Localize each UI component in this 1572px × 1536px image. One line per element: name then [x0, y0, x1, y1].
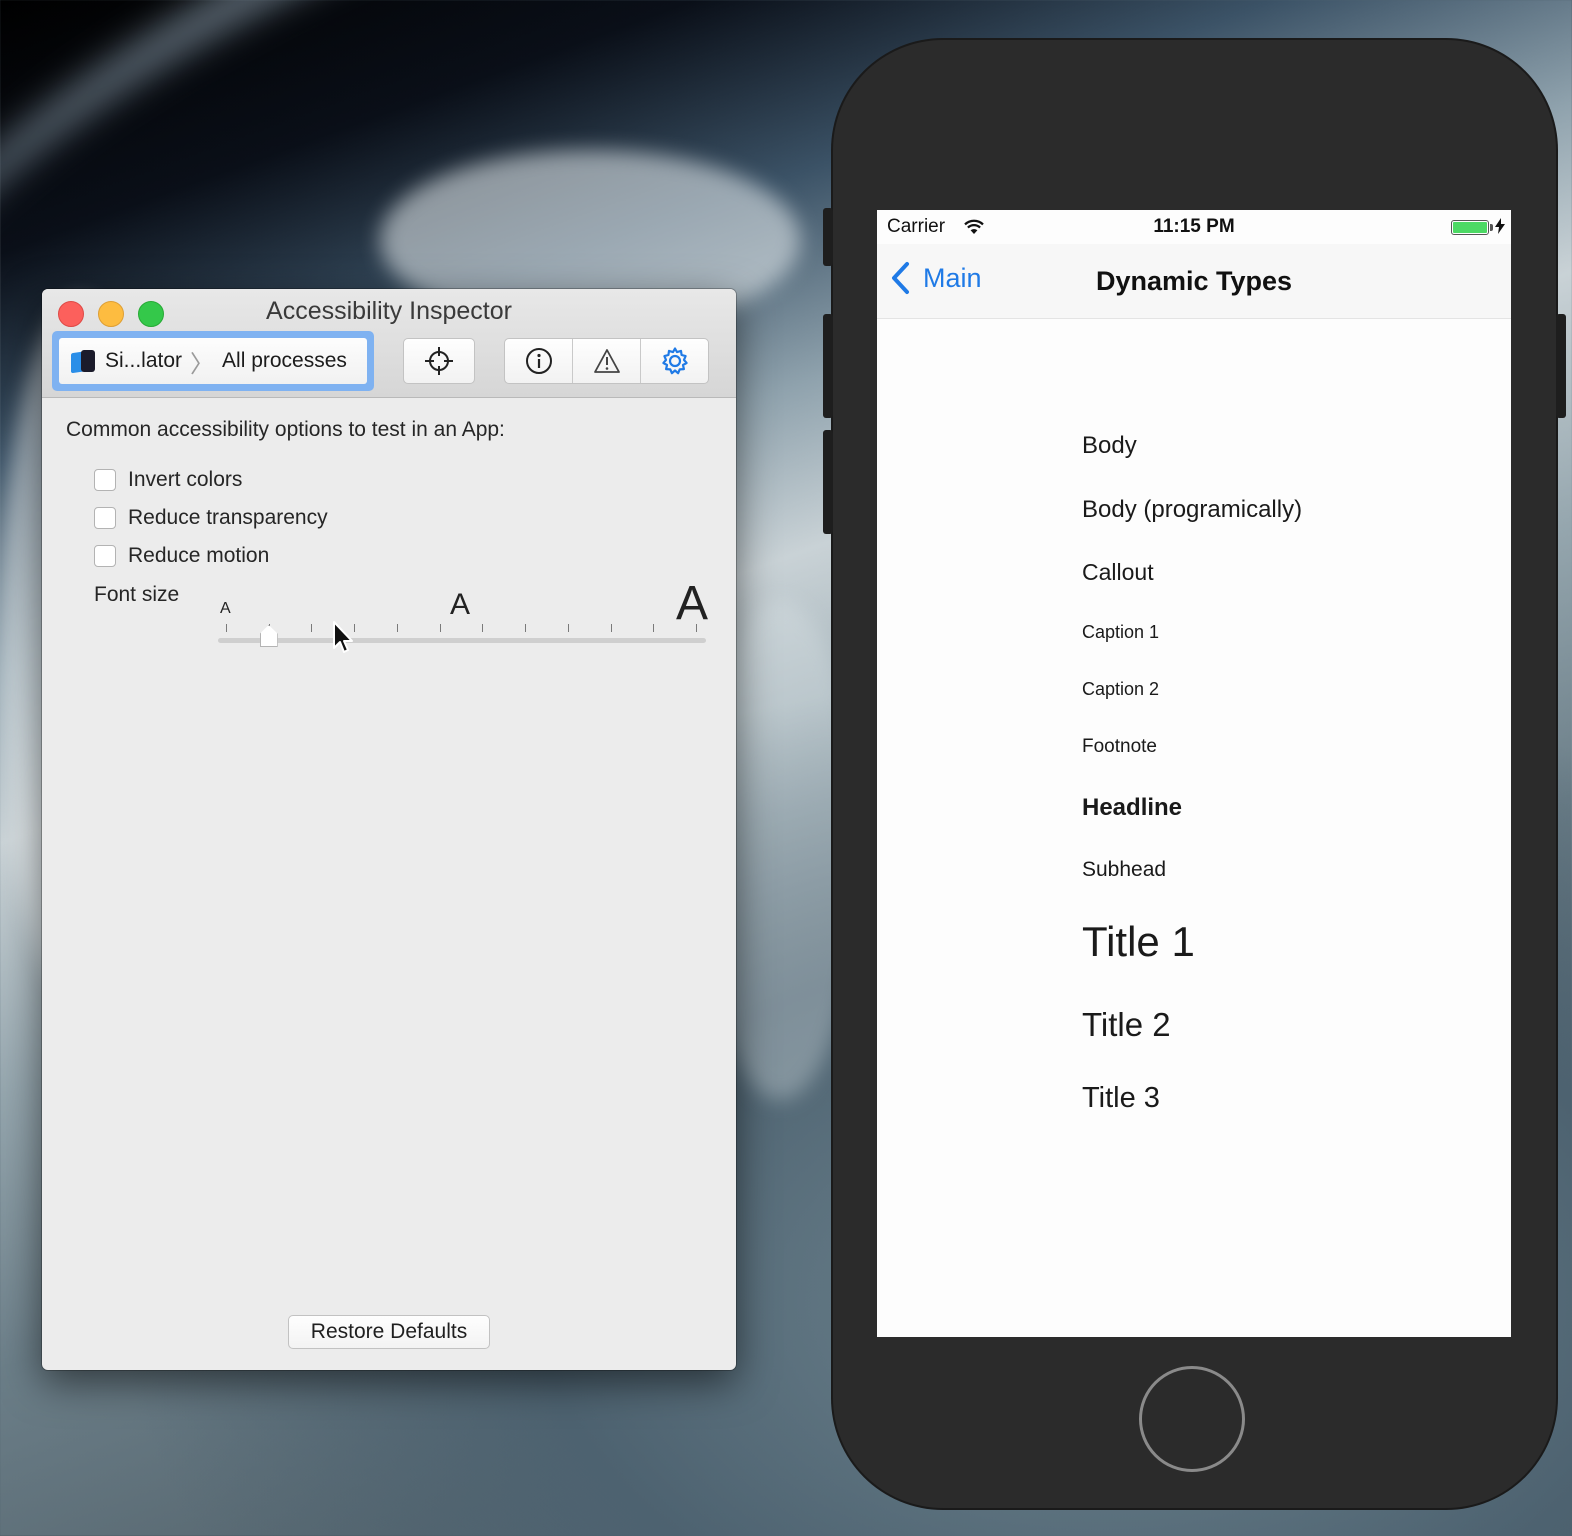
- list-item: Caption 1: [1082, 622, 1160, 642]
- list-item: Body (programically): [1082, 496, 1303, 523]
- navigation-bar: Main Dynamic Types: [877, 244, 1511, 319]
- medium-font-glyph: A: [450, 588, 471, 621]
- reduce-transparency-checkbox[interactable]: [94, 507, 116, 529]
- large-font-glyph: A: [676, 577, 709, 630]
- slider-tick: [482, 624, 484, 632]
- list-item: Callout: [1082, 559, 1154, 585]
- breadcrumb-separator: 〉: [190, 350, 215, 378]
- slider-tick: [610, 624, 612, 632]
- target-selector[interactable]: Si...lator 〉 All processes: [52, 331, 374, 391]
- slider-tick: [226, 624, 227, 632]
- simulator-icon: [71, 348, 97, 374]
- home-button[interactable]: [1139, 1366, 1245, 1472]
- target-app-label: Si...lator: [105, 349, 183, 372]
- settings-panel: Common accessibility options to test in …: [42, 398, 736, 1370]
- list-item: Caption 2: [1082, 679, 1160, 699]
- list-item: Headline: [1082, 794, 1183, 821]
- settings-tab[interactable]: [641, 339, 708, 383]
- list-item: Subhead: [1082, 858, 1167, 881]
- charging-bolt-icon: [1495, 218, 1505, 234]
- mouse-pointer-icon: [333, 621, 353, 653]
- status-bar: Carrier 11:15 PM: [877, 210, 1511, 244]
- battery-tip: [1490, 224, 1493, 231]
- slider-tick: [396, 624, 398, 632]
- slider-tick: [311, 624, 313, 632]
- slider-tick: [567, 624, 569, 632]
- window-title: Accessibility Inspector: [266, 297, 512, 325]
- option-reduce-transparency[interactable]: Reduce transparency: [94, 506, 328, 530]
- font-size-slider[interactable]: A A A: [216, 577, 708, 660]
- option-reduce-motion[interactable]: Reduce motion: [94, 544, 269, 568]
- inspection-pointer-button[interactable]: [403, 338, 475, 384]
- slider-track[interactable]: [218, 638, 706, 643]
- reduce-motion-checkbox[interactable]: [94, 545, 116, 567]
- phone-screen: Carrier 11:15 PM Main Dynamic Types Body…: [877, 210, 1511, 1337]
- info-icon: [525, 348, 552, 374]
- volume-down-button: [823, 430, 833, 534]
- slider-tick: [525, 624, 527, 632]
- nav-title: Dynamic Types: [1095, 266, 1293, 296]
- font-size-label: Font size: [94, 583, 180, 606]
- settings-intro: Common accessibility options to test in …: [66, 418, 505, 441]
- list-item: Title 3: [1082, 1082, 1160, 1114]
- slider-knob[interactable]: [259, 625, 278, 647]
- volume-up-button: [823, 314, 833, 418]
- accessibility-inspector-window: Accessibility Inspector Si...lator 〉 All…: [42, 289, 736, 1370]
- title-bar: Accessibility Inspector Si...lator 〉 All…: [42, 289, 736, 398]
- invert-colors-checkbox[interactable]: [94, 469, 116, 491]
- small-font-glyph: A: [220, 600, 231, 617]
- list-item: Footnote: [1082, 736, 1157, 757]
- mute-switch: [823, 208, 833, 266]
- option-label: Invert colors: [128, 468, 243, 491]
- list-item: Title 2: [1082, 1006, 1171, 1043]
- power-button: [1556, 314, 1566, 418]
- warning-icon: [593, 349, 620, 373]
- slider-tick: [696, 624, 697, 632]
- gear-icon: [661, 347, 688, 375]
- target-process-label: All processes: [222, 349, 347, 372]
- iphone-simulator: Carrier 11:15 PM Main Dynamic Types Body…: [823, 40, 1566, 1508]
- slider-tick: [439, 624, 441, 632]
- restore-defaults-button[interactable]: Restore Defaults: [288, 1315, 490, 1349]
- audit-tab[interactable]: [573, 339, 641, 383]
- battery-icon: [1451, 220, 1489, 235]
- crosshair-icon: [425, 347, 453, 375]
- inspector-mode-segmented-control: [504, 338, 709, 384]
- list-item: Title 1: [1082, 918, 1195, 965]
- option-label: Reduce motion: [128, 544, 270, 567]
- option-label: Reduce transparency: [128, 506, 328, 529]
- status-time: 11:15 PM: [1153, 216, 1235, 237]
- list-item: Body: [1082, 432, 1137, 459]
- slider-tick: [653, 624, 655, 632]
- inspector-tab[interactable]: [505, 339, 573, 383]
- option-invert-colors[interactable]: Invert colors: [94, 468, 242, 492]
